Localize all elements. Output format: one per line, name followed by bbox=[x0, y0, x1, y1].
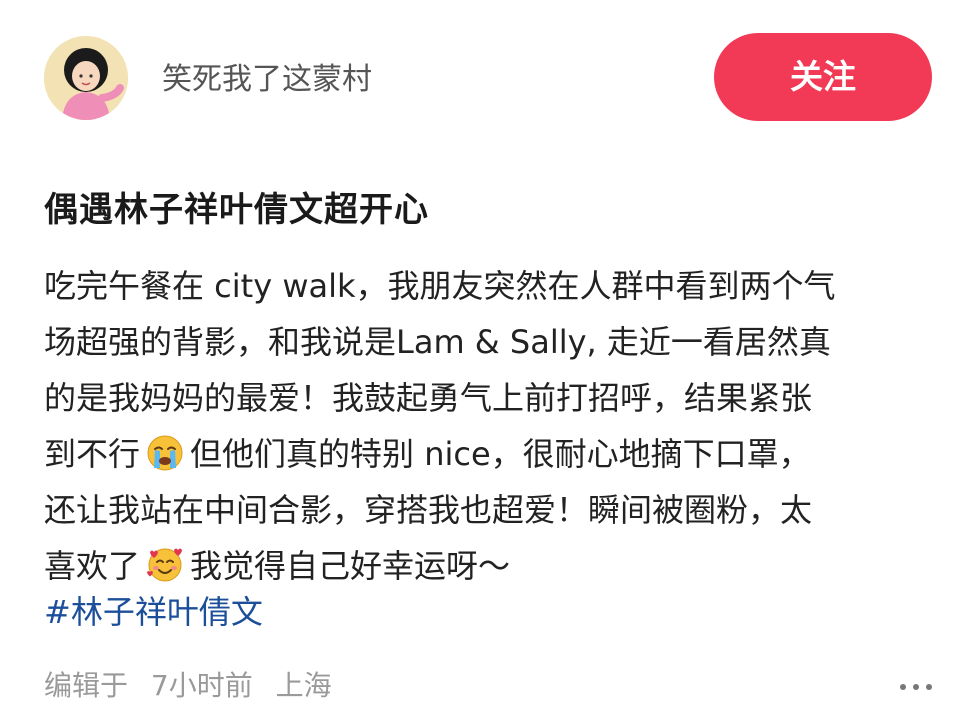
post-page: 笑死我了这蒙村 关注 偶遇林子祥叶倩文超开心 吃完午餐在 city walk，我… bbox=[0, 0, 960, 701]
post-body-line: 吃完午餐在 city walk，我朋友突然在人群中看到两个气 bbox=[44, 267, 836, 305]
post-body-line: 到不行 但他们真的特别 nice，很耐心地摘下口罩， bbox=[44, 426, 934, 482]
post-body-line: 场超强的背影，和我说是Lam & Sally, 走近一看居然真 bbox=[44, 323, 831, 361]
post-body-text: 到不行 bbox=[44, 435, 141, 473]
more-dot bbox=[900, 684, 906, 690]
more-options-icon[interactable] bbox=[894, 670, 938, 698]
girl-avatar-icon bbox=[44, 36, 128, 120]
crying-face-icon bbox=[147, 435, 183, 471]
post-title: 偶遇林子祥叶倩文超开心 bbox=[44, 190, 429, 230]
hashtag-link[interactable]: #林子祥叶倩文 bbox=[44, 590, 263, 634]
post-body-line: 的是我妈妈的最爱！我鼓起勇气上前打招呼，结果紧张 bbox=[44, 379, 813, 417]
follow-button[interactable]: 关注 bbox=[714, 33, 932, 121]
more-dot bbox=[926, 684, 932, 690]
post-header: 笑死我了这蒙村 关注 bbox=[0, 0, 960, 150]
post-body-text: 我觉得自己好幸运呀～ bbox=[190, 547, 511, 585]
post-body-line: 还让我站在中间合影，穿搭我也超爱！瞬间被圈粉，太 bbox=[44, 491, 813, 529]
post-body-text: 但他们真的特别 nice，很耐心地摘下口罩， bbox=[190, 435, 811, 473]
post-meta: 编辑于 7小时前 上海 bbox=[44, 668, 346, 701]
post-body: 吃完午餐在 city walk，我朋友突然在人群中看到两个气 场超强的背影，和我… bbox=[44, 258, 934, 594]
username[interactable]: 笑死我了这蒙村 bbox=[162, 62, 372, 98]
edited-label: 编辑于 bbox=[44, 669, 129, 701]
avatar[interactable] bbox=[44, 36, 128, 120]
post-body-text: 喜欢了 bbox=[44, 547, 141, 585]
post-location: 上海 bbox=[275, 669, 332, 701]
more-dot bbox=[913, 684, 919, 690]
post-time: 7小时前 bbox=[150, 669, 253, 701]
post-body-line: 喜欢了 我觉得自己好幸运呀～ bbox=[44, 538, 934, 594]
smiling-face-with-hearts-icon bbox=[147, 548, 183, 582]
